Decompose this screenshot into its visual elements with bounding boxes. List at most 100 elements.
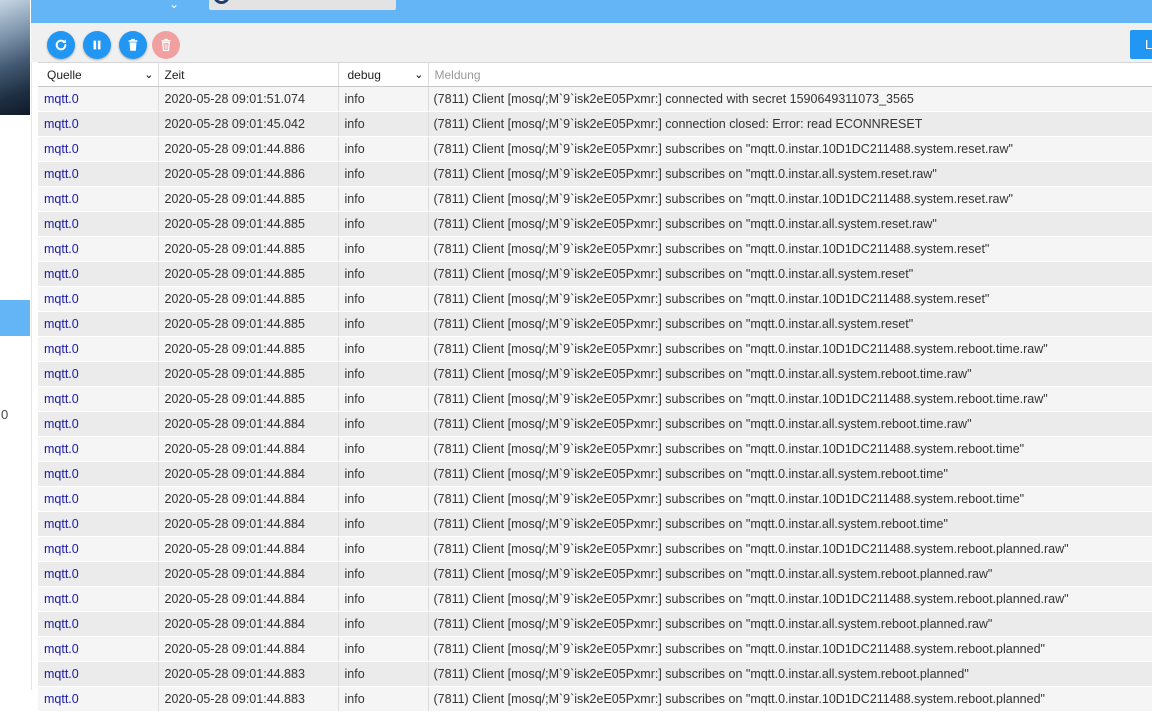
log-time-cell: 2020-05-28 09:01:44.885 (158, 386, 339, 412)
log-level-cell: info (338, 686, 429, 712)
log-message-cell: (7811) Client [mosq/;M`9`isk2eE05Pxmr:] … (428, 186, 1152, 212)
log-table-row: mqtt.0 2020-05-28 09:01:51.074 info (7811) … (38, 86, 1152, 112)
log-time-cell: 2020-05-28 09:01:44.884 (158, 461, 339, 487)
log-source-cell: mqtt.0 (38, 636, 159, 662)
log-level-cell: info (338, 411, 429, 437)
log-message-cell: (7811) Client [mosq/;M`9`isk2eE05Pxmr:] … (428, 236, 1152, 262)
log-source-cell: mqtt.0 (38, 261, 159, 287)
delete-button[interactable] (119, 31, 147, 59)
log-level-cell: info (338, 286, 429, 312)
log-time-cell: 2020-05-28 09:01:44.884 (158, 636, 339, 662)
sidebar-item-active[interactable] (0, 300, 30, 336)
log-message-cell: (7811) Client [mosq/;M`9`isk2eE05Pxmr:] … (428, 536, 1152, 562)
log-level-cell: info (338, 436, 429, 462)
log-source-cell: mqtt.0 (38, 211, 159, 237)
log-time-cell: 2020-05-28 09:01:44.884 (158, 511, 339, 537)
source-filter-label: Quelle (47, 67, 82, 82)
log-table-row: mqtt.0 2020-05-28 09:01:44.884 info (7811) … (38, 436, 1152, 462)
log-message-cell: (7811) Client [mosq/;M`9`isk2eE05Pxmr:] … (428, 161, 1152, 187)
time-column-label: Zeit (164, 67, 185, 82)
refresh-button[interactable] (47, 31, 75, 59)
log-table-row: mqtt.0 2020-05-28 09:01:44.885 info (7811) … (38, 261, 1152, 287)
log-source-cell: mqtt.0 (38, 586, 159, 612)
log-source-cell: mqtt.0 (38, 236, 159, 262)
log-source-cell: mqtt.0 (38, 336, 159, 362)
log-download-button[interactable]: L (1130, 30, 1152, 59)
message-filter-input[interactable]: Meldung (428, 62, 1152, 87)
log-table-row: mqtt.0 2020-05-28 09:01:45.042 info (7811) … (38, 111, 1152, 137)
log-table-row: mqtt.0 2020-05-28 09:01:44.884 info (7811) … (38, 536, 1152, 562)
log-source-cell: mqtt.0 (38, 511, 159, 537)
level-filter-select[interactable]: debug ⌄ (338, 62, 429, 87)
host-logo-icon (213, 0, 230, 4)
log-source-cell: mqtt.0 (38, 361, 159, 387)
log-table-row: mqtt.0 2020-05-28 09:01:44.883 info (7811) … (38, 686, 1152, 712)
message-filter-placeholder: Meldung (434, 67, 481, 82)
log-time-cell: 2020-05-28 09:01:44.883 (158, 661, 339, 687)
log-level-cell: info (338, 461, 429, 487)
sidebar-item-count: 0 (1, 407, 9, 422)
log-message-cell: (7811) Client [mosq/;M`9`isk2eE05Pxmr:] … (428, 136, 1152, 162)
log-source-cell: mqtt.0 (38, 436, 159, 462)
log-source-cell: mqtt.0 (38, 536, 159, 562)
log-level-cell: info (338, 211, 429, 237)
log-message-cell: (7811) Client [mosq/;M`9`isk2eE05Pxmr:] … (428, 561, 1152, 587)
log-message-cell: (7811) Client [mosq/;M`9`isk2eE05Pxmr:] … (428, 336, 1152, 362)
header-bar: ⌄ (31, 0, 1152, 23)
log-message-cell: (7811) Client [mosq/;M`9`isk2eE05Pxmr:] … (428, 261, 1152, 287)
log-message-cell: (7811) Client [mosq/;M`9`isk2eE05Pxmr:] … (428, 611, 1152, 637)
log-table-row: mqtt.0 2020-05-28 09:01:44.885 info (7811) … (38, 361, 1152, 387)
log-source-cell: mqtt.0 (38, 286, 159, 312)
log-level-cell: info (338, 186, 429, 212)
log-time-cell: 2020-05-28 09:01:44.885 (158, 236, 339, 262)
log-message-cell: (7811) Client [mosq/;M`9`isk2eE05Pxmr:] … (428, 311, 1152, 337)
log-message-cell: (7811) Client [mosq/;M`9`isk2eE05Pxmr:] … (428, 586, 1152, 612)
log-source-cell: mqtt.0 (38, 136, 159, 162)
log-table: Quelle ⌄ Zeit debug ⌄ Meldung mqtt.0 2020… (38, 62, 1152, 712)
chevron-down-icon: ⌄ (144, 68, 154, 81)
log-message-cell: (7811) Client [mosq/;M`9`isk2eE05Pxmr:] … (428, 686, 1152, 712)
log-message-cell: (7811) Client [mosq/;M`9`isk2eE05Pxmr:] … (428, 386, 1152, 412)
log-source-cell: mqtt.0 (38, 386, 159, 412)
log-time-cell: 2020-05-28 09:01:44.883 (158, 686, 339, 712)
log-source-cell: mqtt.0 (38, 561, 159, 587)
log-table-row: mqtt.0 2020-05-28 09:01:44.884 info (7811) … (38, 586, 1152, 612)
log-level-cell: info (338, 486, 429, 512)
refresh-icon (55, 39, 67, 51)
log-level-cell: info (338, 661, 429, 687)
time-column-header: Zeit (158, 62, 339, 87)
host-select[interactable] (209, 0, 396, 10)
log-level-cell: info (338, 561, 429, 587)
source-filter-select[interactable]: Quelle ⌄ (38, 62, 159, 87)
trash-outline-icon (161, 38, 171, 52)
log-table-row: mqtt.0 2020-05-28 09:01:44.884 info (7811) … (38, 611, 1152, 637)
level-filter-label: debug (347, 67, 381, 82)
log-source-cell: mqtt.0 (38, 486, 159, 512)
chevron-down-icon[interactable]: ⌄ (169, 0, 179, 11)
log-level-cell: info (338, 511, 429, 537)
log-table-header: Quelle ⌄ Zeit debug ⌄ Meldung (38, 62, 1152, 87)
log-source-cell: mqtt.0 (38, 686, 159, 712)
log-source-cell: mqtt.0 (38, 186, 159, 212)
delete-all-button[interactable] (152, 31, 180, 59)
log-time-cell: 2020-05-28 09:01:44.886 (158, 161, 339, 187)
log-time-cell: 2020-05-28 09:01:51.074 (158, 86, 339, 112)
pause-button[interactable] (83, 31, 111, 59)
log-level-cell: info (338, 336, 429, 362)
chevron-down-icon: ⌄ (414, 68, 424, 81)
log-message-cell: (7811) Client [mosq/;M`9`isk2eE05Pxmr:] … (428, 461, 1152, 487)
log-source-cell: mqtt.0 (38, 611, 159, 637)
log-source-cell: mqtt.0 (38, 111, 159, 137)
log-time-cell: 2020-05-28 09:01:44.884 (158, 436, 339, 462)
log-time-cell: 2020-05-28 09:01:44.885 (158, 186, 339, 212)
log-table-row: mqtt.0 2020-05-28 09:01:44.885 info (7811) … (38, 286, 1152, 312)
log-level-cell: info (338, 361, 429, 387)
log-table-row: mqtt.0 2020-05-28 09:01:44.885 info (7811) … (38, 386, 1152, 412)
log-source-cell: mqtt.0 (38, 661, 159, 687)
log-table-row: mqtt.0 2020-05-28 09:01:44.885 info (7811) … (38, 211, 1152, 237)
log-message-cell: (7811) Client [mosq/;M`9`isk2eE05Pxmr:] … (428, 486, 1152, 512)
log-table-row: mqtt.0 2020-05-28 09:01:44.884 info (7811) … (38, 561, 1152, 587)
log-level-cell: info (338, 86, 429, 112)
log-level-cell: info (338, 636, 429, 662)
log-time-cell: 2020-05-28 09:01:44.884 (158, 586, 339, 612)
